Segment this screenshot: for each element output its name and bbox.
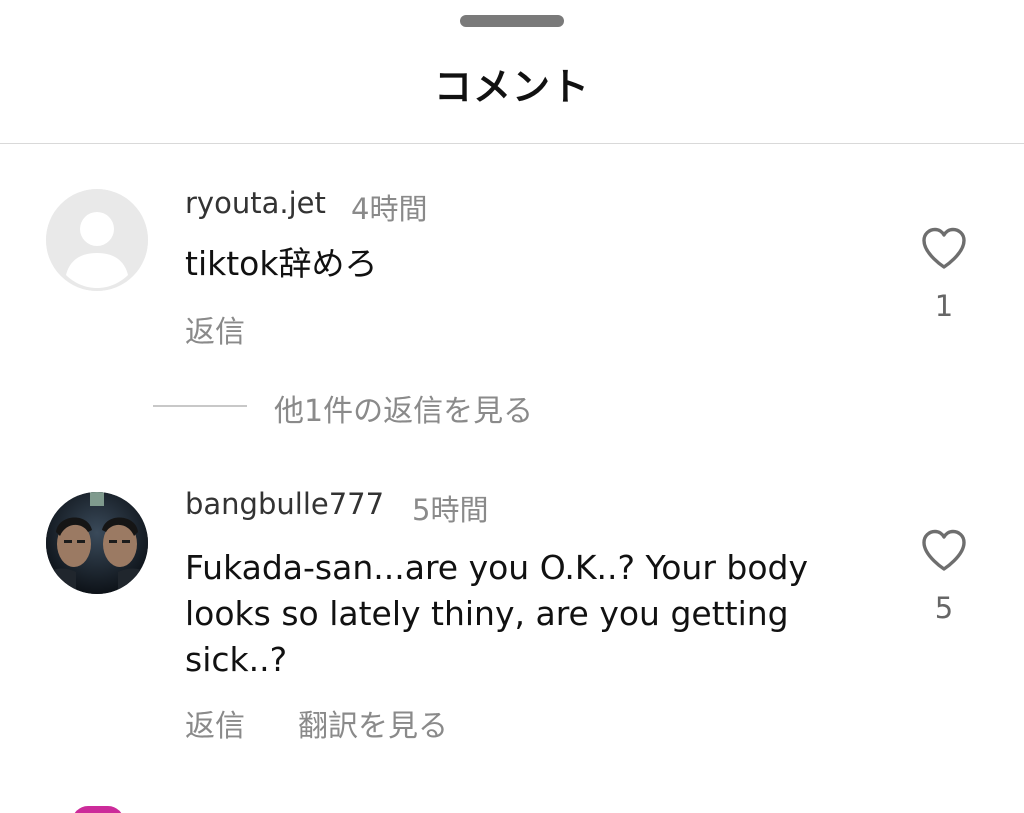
like-button[interactable] [920,528,968,572]
header-divider [0,143,1024,144]
like-count: 5 [934,591,954,625]
comment-text-line: Fukada-san...are you O.K..? Your body [185,548,809,587]
reply-button[interactable]: 返信 [185,307,245,351]
profile-photo-image [46,492,148,594]
person-silhouette-icon [46,189,148,291]
sheet-title: コメント [433,65,590,109]
comment-text: tiktok辞めろ [185,244,378,283]
view-replies-button[interactable]: 他1件の返信を見る [274,386,533,430]
comment-username[interactable]: ryouta.jet [185,186,326,220]
comment-text-line: looks so lately thiny, are you getting [185,594,789,633]
profile-photo[interactable] [46,492,148,594]
reply-button[interactable]: 返信 [185,701,245,745]
comment-text-line: sick..? [185,640,288,679]
comment-timestamp: 4時間 [351,192,428,226]
next-comment-avatar[interactable] [72,806,124,813]
sheet-drag-handle[interactable] [460,15,564,27]
like-button[interactable] [920,226,968,270]
default-avatar-icon[interactable] [46,189,148,291]
comment-username[interactable]: bangbulle777 [185,487,384,521]
heart-icon [922,227,966,269]
heart-icon [922,529,966,571]
comments-sheet: コメント ryouta.jet 4時間 tiktok辞めろ 返信 1 他1件の返… [0,0,1024,813]
comment-timestamp: 5時間 [412,493,489,527]
like-count: 1 [934,289,954,323]
replies-thread-line [153,405,247,407]
translate-button[interactable]: 翻訳を見る [298,701,448,745]
